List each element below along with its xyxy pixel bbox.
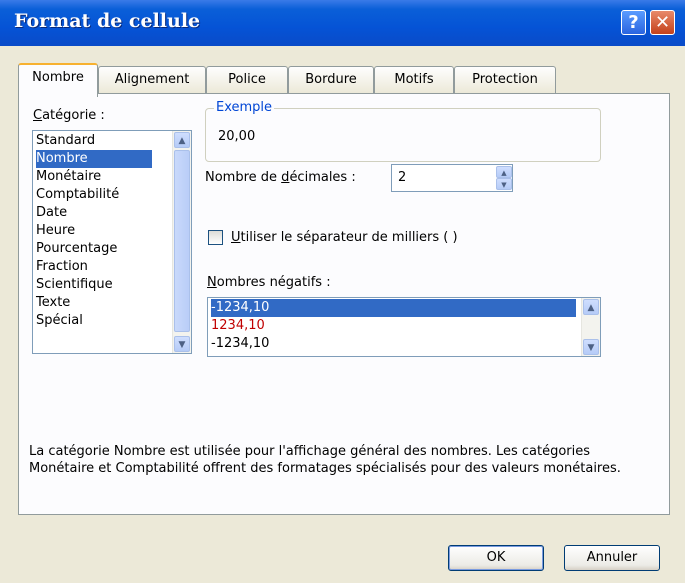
tab-protection[interactable]: Protection <box>454 66 556 93</box>
list-item[interactable]: Heure <box>36 222 75 240</box>
negative-format-selected[interactable]: -1234,10 <box>211 299 576 317</box>
negatives-label: Nombres négatifs : <box>207 275 331 290</box>
tab-motifs[interactable]: Motifs <box>374 66 454 93</box>
example-group: Exemple 20,00 <box>205 100 601 162</box>
scroll-up-icon[interactable]: ▲ <box>583 299 599 315</box>
category-scrollbar[interactable]: ▲ ▼ <box>172 131 191 353</box>
decimals-value: 2 <box>398 170 407 185</box>
category-description: La catégorie Nombre est utilisée pour l'… <box>29 444 621 476</box>
cancel-button[interactable]: Annuler <box>564 545 660 571</box>
list-item[interactable]: Standard <box>36 132 95 150</box>
tab-alignement[interactable]: Alignement <box>98 66 206 93</box>
negatives-list[interactable]: -1234,10 1234,10 -1234,10 ▲ ▼ <box>207 297 601 357</box>
spin-buttons[interactable]: ▲ ▼ <box>495 166 512 190</box>
category-list[interactable]: Standard Nombre Monétaire Comptabilité D… <box>32 130 192 354</box>
tab-panel-nombre: Catégorie : Standard Nombre Monétaire Co… <box>18 93 670 515</box>
list-item[interactable]: Scientifique <box>36 276 113 294</box>
spin-down-icon[interactable]: ▼ <box>496 178 512 190</box>
tab-bordure[interactable]: Bordure <box>288 66 374 93</box>
ok-button[interactable]: OK <box>448 545 544 571</box>
tab-police[interactable]: Police <box>206 66 288 93</box>
tab-nombre[interactable]: Nombre <box>18 63 98 97</box>
scroll-up-icon[interactable]: ▲ <box>174 132 190 148</box>
negative-format-red[interactable]: 1234,10 <box>211 317 265 335</box>
example-label: Exemple <box>214 100 275 115</box>
list-item[interactable]: Comptabilité <box>36 186 119 204</box>
list-item[interactable]: Date <box>36 204 67 222</box>
decimals-label: Nombre de décimales : <box>205 170 356 185</box>
spin-up-icon[interactable]: ▲ <box>496 166 512 178</box>
thousands-separator-label[interactable]: Utiliser le séparateur de milliers ( ) <box>231 230 458 245</box>
list-item[interactable]: Pourcentage <box>36 240 117 258</box>
list-item[interactable]: Spécial <box>36 312 83 330</box>
scroll-thumb[interactable] <box>174 150 190 332</box>
thousands-separator-checkbox[interactable] <box>208 230 223 245</box>
title-bar[interactable]: Format de cellule ? ✕ <box>0 0 685 46</box>
negative-format-minus[interactable]: -1234,10 <box>211 335 269 353</box>
scroll-down-icon[interactable]: ▼ <box>174 336 190 352</box>
decimals-spinner[interactable]: 2 ▲ ▼ <box>391 164 513 192</box>
help-button[interactable]: ? <box>621 10 646 35</box>
category-label: Catégorie : <box>33 108 105 123</box>
scroll-down-icon[interactable]: ▼ <box>583 339 599 355</box>
negatives-scrollbar[interactable]: ▲ ▼ <box>581 298 600 356</box>
list-item[interactable]: Fraction <box>36 258 88 276</box>
list-item-selected[interactable]: Nombre <box>36 150 152 168</box>
list-item[interactable]: Monétaire <box>36 168 101 186</box>
close-button[interactable]: ✕ <box>650 10 675 35</box>
dialog-title: Format de cellule <box>14 10 201 32</box>
example-value: 20,00 <box>218 129 256 144</box>
format-cell-dialog: Format de cellule ? ✕ Nombre Alignement … <box>0 0 685 583</box>
list-item[interactable]: Texte <box>36 294 70 312</box>
